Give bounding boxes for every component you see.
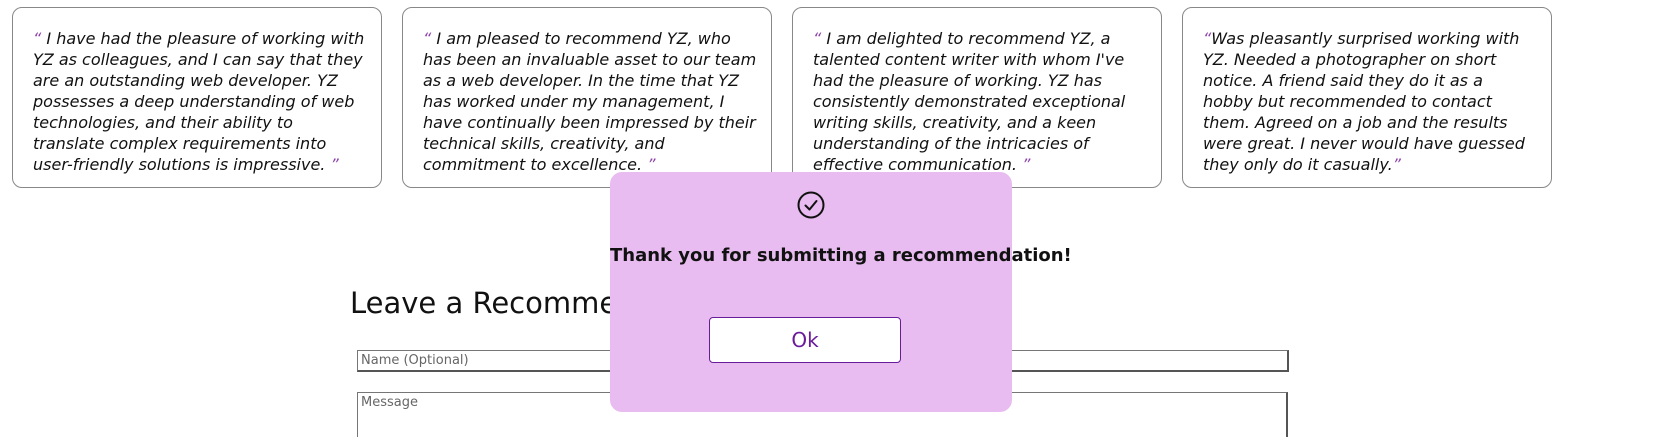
recommendation-card: “ I have had the pleasure of working wit…: [12, 7, 382, 188]
recommendation-body: Was pleasantly surprised working with YZ…: [1203, 29, 1525, 174]
close-quote-mark: ”: [1022, 155, 1031, 174]
confirmation-modal: Thank you for submitting a recommendatio…: [610, 172, 1072, 412]
confirmation-message: Thank you for submitting a recommendatio…: [610, 245, 1072, 266]
recommendation-body: I have had the pleasure of working with …: [33, 29, 365, 174]
close-quote-mark: ”: [330, 155, 339, 174]
ok-button[interactable]: Ok: [709, 317, 901, 363]
recommendation-card: “Was pleasantly surprised working with Y…: [1182, 7, 1552, 188]
recommendations-list: “ I have had the pleasure of working wit…: [12, 7, 1552, 188]
recommendation-text: “ I have had the pleasure of working wit…: [33, 28, 367, 175]
recommendation-card: “ I am delighted to recommend YZ, a tale…: [792, 7, 1162, 188]
recommendation-text: “Was pleasantly surprised working with Y…: [1203, 28, 1537, 175]
recommendation-text: “ I am pleased to recommend YZ, who has …: [423, 28, 757, 175]
recommendation-card: “ I am pleased to recommend YZ, who has …: [402, 7, 772, 188]
check-circle-icon: [797, 191, 825, 219]
close-quote-mark: ”: [1392, 155, 1401, 174]
page: “ I have had the pleasure of working wit…: [0, 0, 1658, 437]
recommendation-body: I am pleased to recommend YZ, who has be…: [423, 29, 757, 174]
recommendation-body: I am delighted to recommend YZ, a talent…: [813, 29, 1126, 174]
recommendation-text: “ I am delighted to recommend YZ, a tale…: [813, 28, 1147, 175]
